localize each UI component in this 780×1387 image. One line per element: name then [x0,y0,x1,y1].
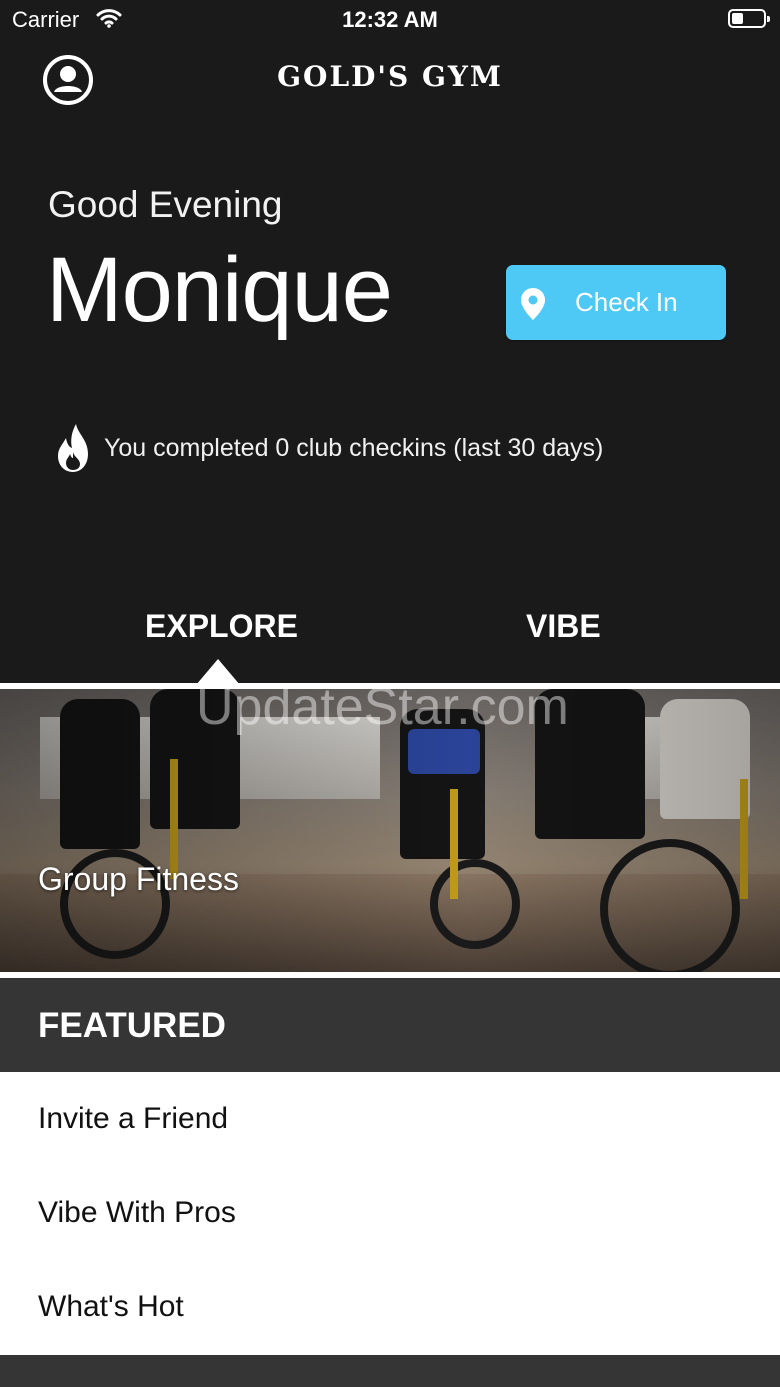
user-name: Monique [46,239,393,341]
selected-tab-indicator [196,659,240,685]
watermark: UpdateStar.com [196,689,569,736]
featured-item-invite-a-friend[interactable]: Invite a Friend [38,1102,228,1136]
flame-icon [54,422,94,479]
status-bar: Carrier 12:32 AM [0,0,780,40]
profile-button[interactable] [42,54,94,106]
tab-vibe[interactable]: VIBE [526,608,601,645]
featured-header-label: FEATURED [38,1006,226,1045]
featured-item-vibe-with-pros[interactable]: Vibe With Pros [38,1196,236,1230]
group-fitness-card[interactable]: UpdateStar.com Group Fitness [0,689,780,972]
clock-time: 12:32 AM [342,7,438,32]
golds-gym-logo: GOLD'S GYM [277,60,503,93]
featured-list: Invite a Friend Vibe With Pros What's Ho… [0,1072,780,1355]
check-in-button[interactable]: Check In [506,265,726,340]
user-profile-icon [43,55,93,105]
greeting-salutation: Good Evening [48,184,283,225]
group-fitness-title: Group Fitness [38,861,239,897]
battery-icon [728,9,770,28]
tab-explore[interactable]: EXPLORE [145,608,298,645]
check-in-label: Check In [575,287,678,317]
location-pin-icon [520,287,546,326]
featured-item-whats-hot[interactable]: What's Hot [38,1290,184,1324]
next-section-header [0,1355,780,1387]
checkin-streak-text: You completed 0 club checkins (last 30 d… [104,434,604,462]
featured-section-header: FEATURED [0,978,780,1072]
